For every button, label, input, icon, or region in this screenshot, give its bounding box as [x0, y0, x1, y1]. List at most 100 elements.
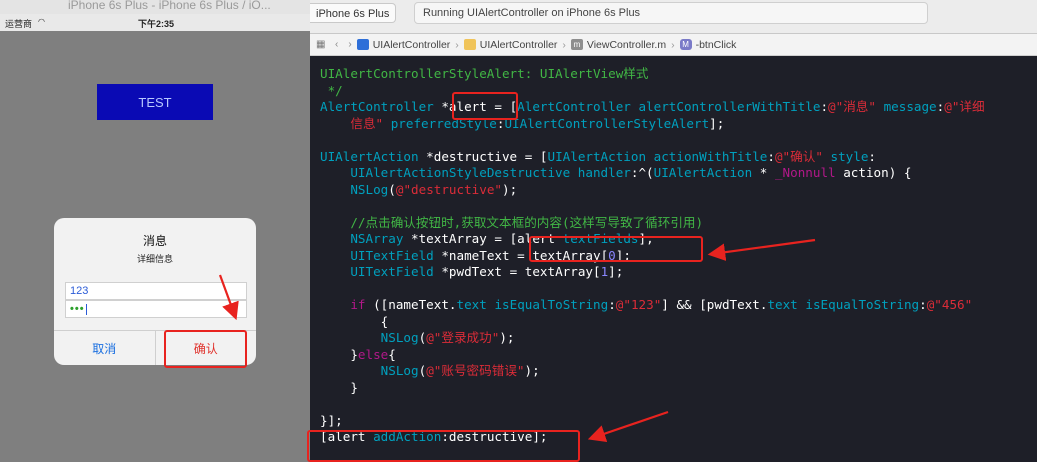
- code-token: ];: [615, 247, 631, 263]
- jump-bar-project[interactable]: UIAlertController: [356, 39, 450, 51]
- xcode-toolbar: iPhone 6s Plus Running UIAlertController…: [310, 0, 1037, 34]
- code-token: *alert: [441, 99, 495, 114]
- code-token: @"账号密码错误": [426, 363, 525, 378]
- code-token: style: [822, 148, 869, 164]
- code-token: action) {: [835, 165, 912, 180]
- code-line: NSLog(@"destructive");: [320, 182, 517, 198]
- chevron-right-icon: ›: [671, 38, 675, 51]
- password-text-field[interactable]: •••: [65, 300, 247, 318]
- code-line: [alert addAction:destructive];: [320, 429, 547, 445]
- jump-bar-group[interactable]: UIAlertController: [463, 38, 558, 51]
- code-token: :: [919, 297, 927, 312]
- code-token: AlertController: [320, 99, 442, 114]
- code-token: :: [767, 148, 775, 164]
- code-token: isEqualToString: [805, 297, 920, 312]
- code-token: NSLog: [380, 330, 419, 345]
- forward-arrow-icon[interactable]: ›: [348, 39, 351, 50]
- code-token: :destructive];: [441, 429, 548, 444]
- status-time: 下午2:35: [138, 19, 175, 29]
- xcode-window: iPhone 6s Plus Running UIAlertController…: [310, 0, 1037, 462]
- code-token: );: [499, 330, 515, 345]
- jump-bar-method[interactable]: M -btnClick: [679, 38, 737, 51]
- code-token: preferredStyle: [383, 115, 497, 131]
- code-token: 信息": [350, 115, 384, 131]
- code-line: */: [320, 83, 343, 99]
- code-token: else: [357, 346, 389, 362]
- name-text-field[interactable]: 123: [65, 282, 247, 300]
- test-button[interactable]: TEST: [97, 84, 213, 120]
- jump-bar-file[interactable]: m ViewController.m: [570, 38, 667, 51]
- alert-dialog: 消息 详细信息 123 ••• 取消 确认: [54, 218, 256, 365]
- code-token: ];: [709, 115, 725, 131]
- chevron-right-icon: ›: [455, 38, 459, 51]
- code-line: UIAlertControllerStyleAlert: UIAlertView…: [320, 66, 648, 82]
- cancel-button[interactable]: 取消: [54, 331, 156, 365]
- code-token: );: [524, 363, 540, 378]
- carrier-label: 运营商: [5, 19, 33, 29]
- code-token: UIAlertAction: [653, 165, 753, 180]
- code-token: ];: [638, 231, 654, 246]
- code-token: ];: [608, 264, 624, 279]
- code-token: NSLog: [350, 181, 389, 197]
- code-token: :^(: [630, 165, 654, 180]
- code-line: if ([nameText.text isEqualToString:@"123…: [320, 297, 972, 313]
- code-line: NSArray *textArray = [alert textFields];: [320, 231, 654, 247]
- code-token: @"登录成功": [426, 330, 500, 345]
- code-token: @"消息": [828, 99, 876, 114]
- code-token: message: [875, 99, 937, 114]
- confirm-button[interactable]: 确认: [156, 331, 257, 365]
- code-token: NSArray: [350, 231, 412, 246]
- code-token: text: [767, 297, 798, 312]
- code-line: }];: [320, 413, 343, 429]
- back-arrow-icon[interactable]: ‹: [335, 39, 338, 50]
- ios-status-bar: 运营商 ◠ 下午2:35: [0, 14, 310, 31]
- project-icon: [356, 39, 369, 50]
- code-line: }else{: [320, 347, 396, 363]
- code-token: UIAlertAction: [320, 148, 427, 164]
- code-line: NSLog(@"账号密码错误");: [320, 363, 540, 379]
- code-token: UITextField: [350, 247, 442, 263]
- code-token: 0: [608, 247, 616, 263]
- folder-icon: [463, 39, 476, 50]
- code-token: *destructive = [: [426, 148, 548, 164]
- code-token: );: [502, 181, 518, 197]
- code-token: :: [868, 148, 876, 164]
- related-items-icon[interactable]: ▦: [316, 39, 330, 50]
- code-token: AlertController alertControllerWithTitle: [517, 99, 821, 114]
- code-token: :: [820, 99, 829, 114]
- jump-bar-file-label: ViewController.m: [586, 38, 667, 51]
- simulator-title-bar: iPhone 6s Plus - iPhone 6s Plus / iO...: [0, 0, 310, 14]
- code-token: [alert: [320, 429, 374, 444]
- code-line: UITextField *nameText = textArray[0];: [320, 248, 631, 264]
- code-token: }: [320, 379, 358, 395]
- alert-message: 详细信息: [136, 254, 173, 264]
- code-token: {: [320, 313, 389, 329]
- code-token: textFields: [562, 231, 639, 246]
- jump-bar-method-label: -btnClick: [695, 38, 737, 51]
- code-token: if: [350, 297, 366, 312]
- code-token: @"详细: [944, 99, 985, 114]
- alert-actions: 取消 确认: [54, 330, 256, 365]
- source-editor[interactable]: UIAlertControllerStyleAlert: UIAlertView…: [310, 56, 1037, 462]
- code-token: *nameText = textArray[: [441, 247, 609, 263]
- code-token: text: [456, 297, 487, 312]
- password-field-value: •••: [70, 303, 85, 315]
- simulator-title: iPhone 6s Plus - iPhone 6s Plus / iO...: [68, 0, 271, 12]
- code-token: :: [608, 297, 616, 312]
- jump-bar: ▦ ‹ › UIAlertController › UIAlertControl…: [310, 34, 1037, 56]
- code-token: *: [752, 165, 775, 180]
- code-line: {: [320, 313, 389, 330]
- chevron-right-icon: ›: [562, 38, 566, 51]
- code-token: UIAlertActionStyleDestructive handler: [350, 165, 631, 180]
- objc-file-icon: m: [570, 39, 583, 50]
- run-destination-selector[interactable]: iPhone 6s Plus: [310, 3, 397, 23]
- code-token: UIAlertControllerStyleAlert: UIAlertView…: [320, 66, 649, 81]
- jump-bar-group-label: UIAlertController: [479, 38, 558, 51]
